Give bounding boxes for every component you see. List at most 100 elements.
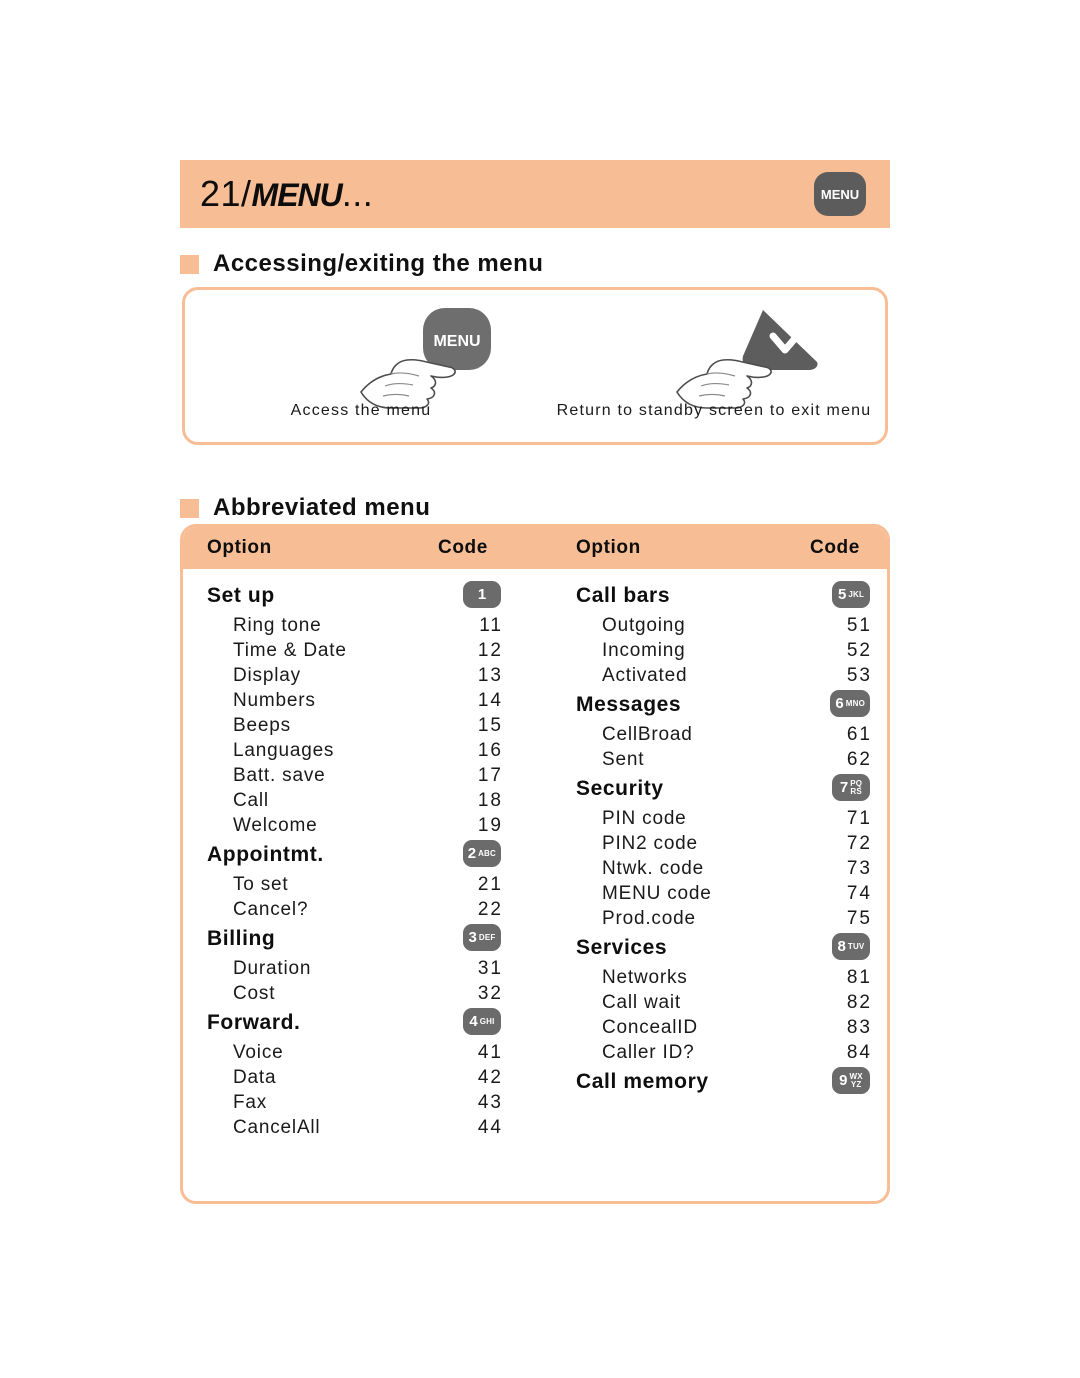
menu-item-row[interactable]: Prod.code 75 bbox=[570, 906, 887, 931]
chapter-ellipsis: ... bbox=[341, 173, 374, 214]
menu-group-header[interactable]: Call memory 9 WX YZ bbox=[570, 1065, 887, 1099]
menu-item-row[interactable]: Data 42 bbox=[201, 1065, 531, 1090]
menu-item-row[interactable]: Call wait 82 bbox=[570, 990, 887, 1015]
menu-group-header[interactable]: Messages 6 MNO bbox=[570, 688, 887, 722]
menu-item-row[interactable]: To set 21 bbox=[201, 872, 531, 897]
menu-item-row[interactable]: Voice 41 bbox=[201, 1040, 531, 1065]
chapter-header-bar: 21/MENU... MENU bbox=[180, 160, 890, 228]
menu-item-name: Fax bbox=[233, 1091, 268, 1113]
keypad-badge-digit: 5 bbox=[837, 586, 847, 603]
keypad-badge-letters: PQ RS bbox=[850, 778, 863, 796]
section-heading-accessing: Accessing/exiting the menu bbox=[180, 250, 543, 278]
menu-item-name: Call wait bbox=[602, 991, 681, 1013]
menu-item-row[interactable]: CellBroad 61 bbox=[570, 722, 887, 747]
menu-group-header[interactable]: Call bars 5 JKL bbox=[570, 579, 887, 613]
menu-item-row[interactable]: Sent 62 bbox=[570, 747, 887, 772]
menu-item-code: 75 bbox=[846, 907, 872, 929]
menu-item-row[interactable]: Time & Date 12 bbox=[201, 638, 531, 663]
menu-item-code: 71 bbox=[846, 807, 872, 829]
menu-item-name: Call bbox=[233, 789, 269, 811]
keypad-badge-letters: TUV bbox=[847, 941, 865, 951]
keypad-badge-6: 6 MNO bbox=[830, 690, 870, 717]
column-header-code-right: Code bbox=[810, 537, 860, 558]
menu-item-row[interactable]: Call 18 bbox=[201, 788, 531, 813]
keypad-badge-5: 5 JKL bbox=[832, 581, 870, 608]
menu-item-row[interactable]: Caller ID? 84 bbox=[570, 1040, 887, 1065]
menu-item-name: Incoming bbox=[602, 639, 686, 661]
keypad-badge-4: 4 GHI bbox=[463, 1008, 501, 1035]
menu-item-code: 83 bbox=[846, 1016, 872, 1038]
table-column-right: Call bars 5 JKL Outgoing 51 Incoming 52 Activat… bbox=[570, 579, 887, 1099]
menu-item-row[interactable]: Ntwk. code 73 bbox=[570, 856, 887, 881]
illustration-access-menu: MENU Access the menu bbox=[185, 290, 537, 442]
keypad-badge-digit: 6 bbox=[835, 695, 844, 712]
illustration-caption-left: Access the menu bbox=[290, 402, 432, 419]
keypad-badge-digit: 1 bbox=[477, 586, 487, 603]
menu-item-row[interactable]: Fax 43 bbox=[201, 1090, 531, 1115]
menu-group-header[interactable]: Security 7 PQ RS bbox=[570, 772, 887, 806]
menu-item-row[interactable]: Duration 31 bbox=[201, 956, 531, 981]
menu-item-code: 16 bbox=[477, 739, 503, 761]
menu-group-name: Call bars bbox=[576, 584, 671, 607]
accessing-illustration-panel: MENU Access the menu Return to standby s… bbox=[182, 287, 888, 445]
menu-item-row[interactable]: Languages 16 bbox=[201, 738, 531, 763]
keypad-badge-7: 7 PQ RS bbox=[832, 774, 870, 801]
menu-item-name: PIN2 code bbox=[602, 832, 698, 854]
menu-item-row[interactable]: Welcome 19 bbox=[201, 813, 531, 838]
menu-item-code: 14 bbox=[477, 689, 503, 711]
menu-item-code: 13 bbox=[477, 664, 503, 686]
section-heading-label: Abbreviated menu bbox=[213, 494, 431, 521]
menu-item-row[interactable]: Cost 32 bbox=[201, 981, 531, 1006]
menu-item-code: 73 bbox=[846, 857, 872, 879]
keypad-badge-1: 1 bbox=[463, 581, 501, 608]
menu-item-code: 18 bbox=[477, 789, 503, 811]
menu-group-header[interactable]: Billing 3 DEF bbox=[201, 922, 531, 956]
menu-item-row[interactable]: Networks 81 bbox=[570, 965, 887, 990]
menu-key-icon: MENU bbox=[814, 172, 866, 216]
menu-item-code: 52 bbox=[846, 639, 872, 661]
chapter-word: MENU bbox=[251, 177, 343, 213]
menu-group-header[interactable]: Forward. 4 GHI bbox=[201, 1006, 531, 1040]
menu-item-code: 81 bbox=[846, 966, 872, 988]
menu-item-row[interactable]: PIN2 code 72 bbox=[570, 831, 887, 856]
column-header-option-right: Option bbox=[576, 537, 641, 558]
menu-item-name: Outgoing bbox=[602, 614, 686, 636]
menu-item-row[interactable]: Ring tone 11 bbox=[201, 613, 531, 638]
table-header-row bbox=[183, 527, 887, 569]
menu-item-code: 43 bbox=[477, 1091, 503, 1113]
menu-item-row[interactable]: ConcealID 83 bbox=[570, 1015, 887, 1040]
menu-item-code: 32 bbox=[477, 982, 503, 1004]
menu-group-header[interactable]: Services 8 TUV bbox=[570, 931, 887, 965]
menu-item-name: Ntwk. code bbox=[602, 857, 704, 879]
menu-item-code: 44 bbox=[477, 1116, 503, 1138]
menu-group-name: Billing bbox=[207, 927, 276, 950]
menu-item-code: 41 bbox=[477, 1041, 503, 1063]
column-header-code-left: Code bbox=[438, 537, 488, 558]
manual-page: 21/MENU... MENU Accessing/exiting the me… bbox=[0, 0, 1080, 1378]
menu-group-name: Forward. bbox=[207, 1011, 301, 1034]
menu-item-row[interactable]: Activated 53 bbox=[570, 663, 887, 688]
menu-group-header[interactable]: Set up 1 bbox=[201, 579, 531, 613]
menu-item-row[interactable]: CancelAll 44 bbox=[201, 1115, 531, 1140]
menu-item-code: 15 bbox=[477, 714, 503, 736]
menu-group-header[interactable]: Appointmt. 2 ABC bbox=[201, 838, 531, 872]
menu-item-row[interactable]: Batt. save 17 bbox=[201, 763, 531, 788]
menu-item-name: Duration bbox=[233, 957, 312, 979]
menu-item-row[interactable]: PIN code 71 bbox=[570, 806, 887, 831]
menu-item-row[interactable]: Outgoing 51 bbox=[570, 613, 887, 638]
keypad-badge-9: 9 WX YZ bbox=[832, 1067, 870, 1094]
keypad-badge-digit: 7 bbox=[839, 779, 849, 796]
menu-item-row[interactable]: Incoming 52 bbox=[570, 638, 887, 663]
menu-item-code: 72 bbox=[846, 832, 872, 854]
keypad-badge-letters: ABC bbox=[478, 848, 496, 858]
menu-item-row[interactable]: Cancel? 22 bbox=[201, 897, 531, 922]
menu-group-name: Set up bbox=[207, 584, 275, 607]
menu-group-name: Services bbox=[576, 936, 668, 959]
menu-item-row[interactable]: Display 13 bbox=[201, 663, 531, 688]
menu-item-row[interactable]: Beeps 15 bbox=[201, 713, 531, 738]
menu-item-row[interactable]: MENU code 74 bbox=[570, 881, 887, 906]
menu-item-row[interactable]: Numbers 14 bbox=[201, 688, 531, 713]
section-heading-abbreviated: Abbreviated menu bbox=[180, 494, 430, 522]
menu-item-name: CancelAll bbox=[233, 1116, 321, 1138]
menu-item-code: 61 bbox=[846, 723, 872, 745]
